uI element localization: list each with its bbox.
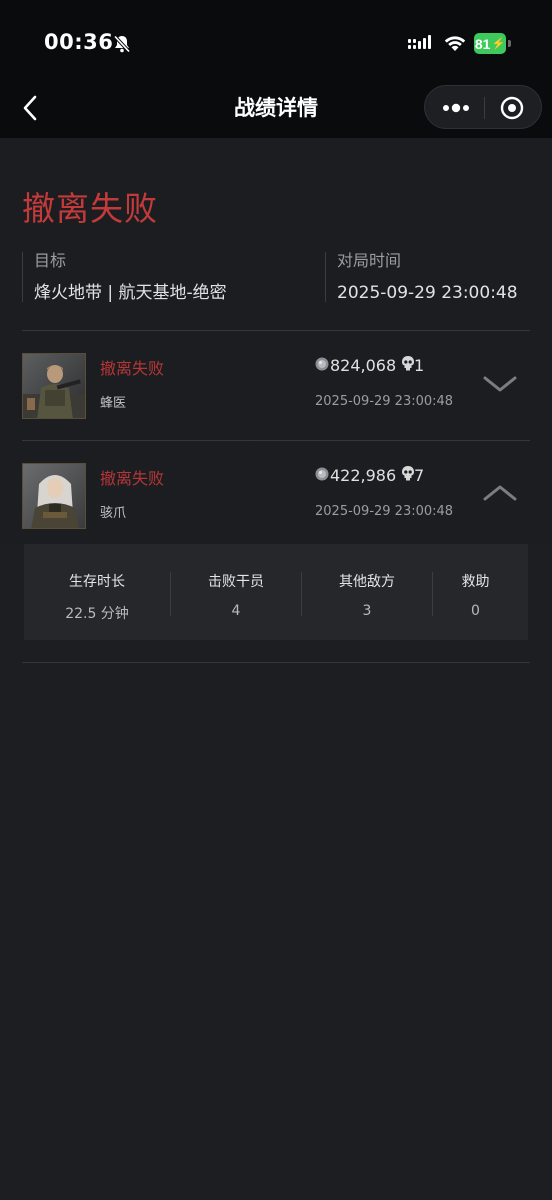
player-status: 撤离失败 bbox=[100, 359, 165, 378]
stat-label: 生存时长 bbox=[69, 574, 125, 590]
chevron-up-icon[interactable] bbox=[482, 481, 518, 505]
avatar bbox=[22, 463, 86, 529]
stat-value: 3 bbox=[362, 603, 372, 619]
kill-value: 7 bbox=[414, 466, 425, 485]
target-info: 目标 烽火地带 | 航天基地-绝密 bbox=[22, 251, 324, 303]
wifi-icon bbox=[444, 36, 466, 51]
match-info: 目标 烽火地带 | 航天基地-绝密 对局时间 2025-09-29 23:00:… bbox=[22, 252, 530, 304]
player-row[interactable]: 撤离失败 骇爪 422,986 7 2025-09-29 23:00:48 bbox=[22, 441, 530, 549]
bell-mute-icon bbox=[113, 35, 131, 53]
avatar bbox=[22, 353, 86, 419]
nav-bar: 战绩详情 bbox=[0, 80, 552, 138]
page: 00:36 81 ⚡ 战绩详情 撤离失败 目标 烽火地带 | 航天基地-绝密 对… bbox=[0, 0, 552, 1200]
player-time: 2025-09-29 23:00:48 bbox=[315, 394, 454, 409]
stats-panel: 生存时长 22.5 分钟 击败干员 4 其他敌方 3 救助 0 bbox=[24, 544, 528, 640]
player-row[interactable]: 撤离失败 蜂医 824,068 1 2025-09-29 23:00:48 bbox=[22, 331, 530, 439]
time-info: 对局时间 2025-09-29 23:00:48 bbox=[325, 251, 531, 303]
battery-tip bbox=[508, 40, 511, 47]
coin-value: 422,986 bbox=[330, 466, 397, 485]
battery-level: 81 ⚡ bbox=[474, 33, 506, 54]
player-name: 骇爪 bbox=[100, 506, 127, 521]
coin-icon bbox=[315, 467, 329, 481]
result-title: 撤离失败 bbox=[22, 189, 158, 228]
capsule-divider bbox=[484, 97, 485, 119]
stat-survival-time: 生存时长 22.5 分钟 bbox=[24, 544, 170, 640]
target-value: 烽火地带 | 航天基地-绝密 bbox=[34, 283, 227, 303]
mini-program-capsule bbox=[424, 85, 542, 129]
time-label: 对局时间 bbox=[337, 251, 402, 270]
more-dots-icon[interactable] bbox=[439, 96, 473, 120]
stat-value: 22.5 分钟 bbox=[65, 606, 129, 622]
charging-bolt-icon: ⚡ bbox=[491, 38, 506, 50]
stat-rescues: 救助 0 bbox=[433, 544, 518, 640]
stat-value: 4 bbox=[231, 603, 241, 619]
time-value: 2025-09-29 23:00:48 bbox=[337, 283, 518, 303]
close-target-icon[interactable] bbox=[500, 96, 524, 120]
operator-portrait-image bbox=[23, 354, 85, 418]
status-bar: 00:36 81 ⚡ bbox=[0, 0, 552, 80]
player-status: 撤离失败 bbox=[100, 469, 165, 488]
stat-operators-defeated: 击败干员 4 bbox=[171, 544, 301, 640]
stat-label: 救助 bbox=[461, 574, 490, 590]
battery-percent: 81 bbox=[474, 35, 491, 52]
divider bbox=[22, 662, 530, 663]
kill-value: 1 bbox=[414, 356, 425, 375]
chevron-down-icon[interactable] bbox=[482, 371, 518, 395]
stat-label: 击败干员 bbox=[208, 574, 264, 590]
target-label: 目标 bbox=[34, 251, 67, 270]
coin-icon bbox=[315, 357, 329, 371]
battery-indicator: 81 ⚡ bbox=[474, 33, 512, 54]
status-time: 00:36 bbox=[44, 30, 114, 54]
stat-other-enemies: 其他敌方 3 bbox=[302, 544, 432, 640]
operator-portrait-image bbox=[23, 464, 85, 528]
stat-value: 0 bbox=[471, 603, 480, 619]
skull-icon bbox=[402, 356, 414, 371]
signal-icon bbox=[408, 35, 431, 49]
player-time: 2025-09-29 23:00:48 bbox=[315, 504, 454, 519]
player-name: 蜂医 bbox=[100, 396, 127, 411]
stat-label: 其他敌方 bbox=[339, 574, 395, 590]
skull-icon bbox=[402, 466, 414, 481]
coin-value: 824,068 bbox=[330, 356, 397, 375]
